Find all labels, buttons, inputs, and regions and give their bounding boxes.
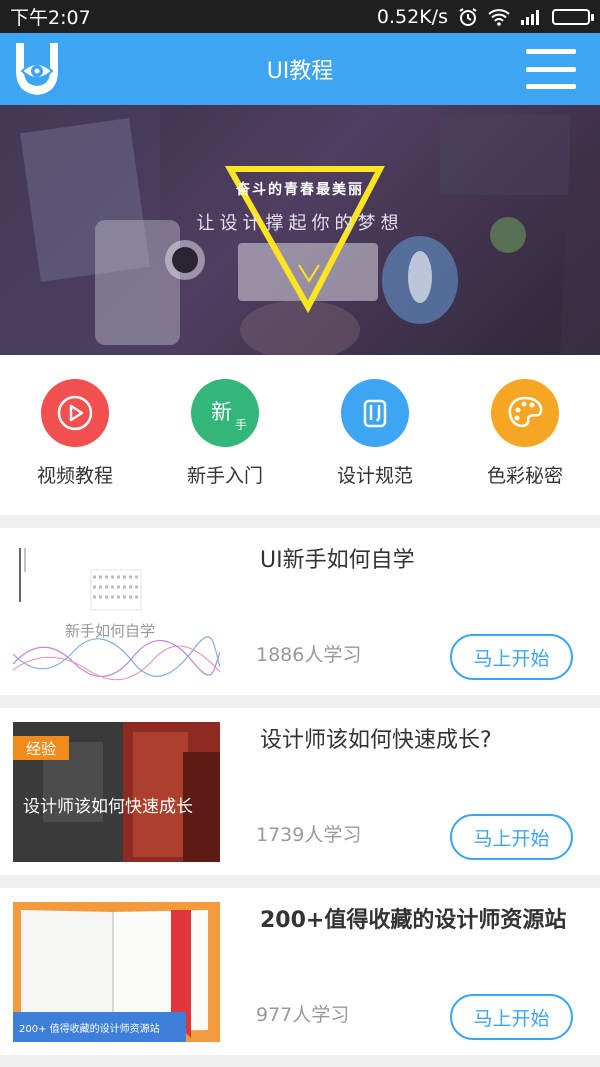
app-title: UI教程 (266, 59, 334, 84)
start-button[interactable]: 马上开始 (450, 634, 573, 680)
status-indicators: 0.52K/s (376, 5, 594, 28)
app-logo-icon (16, 43, 58, 95)
category-video-tutorial[interactable]: 视频教程 (0, 355, 150, 515)
palette-icon (508, 396, 543, 428)
course-thumb-caption: 200+ 值得收藏的设计师资源站 (13, 1012, 186, 1042)
course-thumb-caption: 新手如何自学 (65, 622, 156, 640)
banner-tagline: 让设计撑起你的梦想 (196, 213, 404, 234)
network-speed: 0.52K/s (376, 5, 448, 28)
category-design-spec[interactable]: 设计规范 (300, 355, 450, 515)
category-circle (491, 379, 559, 447)
course-title: UI新手如何自学 (260, 548, 415, 573)
course-thumbnail: 200+ 值得收藏的设计师资源站 (13, 902, 220, 1042)
category-label: 色彩秘密 (486, 465, 563, 487)
play-icon (57, 395, 93, 431)
category-circle (41, 379, 109, 447)
category-row: 视频教程 新 手 新手入门 设计规范 色彩秘密 (0, 355, 600, 515)
learner-count: 1739人学习 (256, 824, 362, 846)
wifi-icon (488, 8, 510, 26)
experience-badge: 经验 (13, 736, 69, 760)
pencil-ruler-icon (363, 399, 387, 428)
course-card[interactable]: 新手如何自学 UI新手如何自学 1886人学习 马上开始 (0, 528, 600, 695)
hero-banner[interactable]: 奋斗的青春最美丽 让设计撑起你的梦想 (0, 105, 600, 355)
course-card[interactable]: 200+ 值得收藏的设计师资源站 200+值得收藏的设计师资源站 977人学习 … (0, 888, 600, 1055)
menu-bar-icon (526, 84, 576, 89)
course-thumb-waves (13, 548, 220, 681)
menu-bar-icon (526, 49, 576, 54)
newbie-icon: 新 (211, 400, 232, 424)
course-thumbnail: 经验 设计师该如何快速成长 (13, 722, 220, 862)
menu-button[interactable] (526, 49, 576, 89)
start-button[interactable]: 马上开始 (450, 814, 573, 860)
banner-slogan: 奋斗的青春最美丽 (236, 182, 364, 198)
course-card[interactable]: 经验 设计师该如何快速成长 设计师该如何快速成长? 1739人学习 马上开始 (0, 708, 600, 875)
learner-count: 1886人学习 (256, 644, 362, 666)
category-color-secrets[interactable]: 色彩秘密 (450, 355, 600, 515)
app-bar: UI教程 (0, 33, 600, 105)
category-label: 设计规范 (336, 465, 413, 487)
newbie-icon-sub: 手 (235, 418, 248, 432)
category-label: 新手入门 (186, 465, 263, 487)
category-label: 视频教程 (36, 465, 113, 487)
course-thumb-caption: 设计师该如何快速成长 (23, 797, 193, 817)
course-title: 200+值得收藏的设计师资源站 (260, 908, 567, 933)
course-thumbnail: 新手如何自学 (13, 542, 220, 682)
category-beginner[interactable]: 新 手 新手入门 (150, 355, 300, 515)
status-bar: 下午2:07 0.52K/s (0, 0, 600, 33)
course-title: 设计师该如何快速成长? (260, 728, 492, 753)
category-circle (341, 379, 409, 447)
alarm-icon (459, 7, 477, 26)
category-circle: 新 手 (191, 379, 259, 447)
menu-bar-icon (526, 66, 576, 72)
learner-count: 977人学习 (256, 1004, 350, 1026)
start-button[interactable]: 马上开始 (450, 994, 573, 1040)
battery-icon (552, 8, 594, 25)
signal-icon (521, 9, 539, 25)
status-time: 下午2:07 (10, 7, 91, 29)
